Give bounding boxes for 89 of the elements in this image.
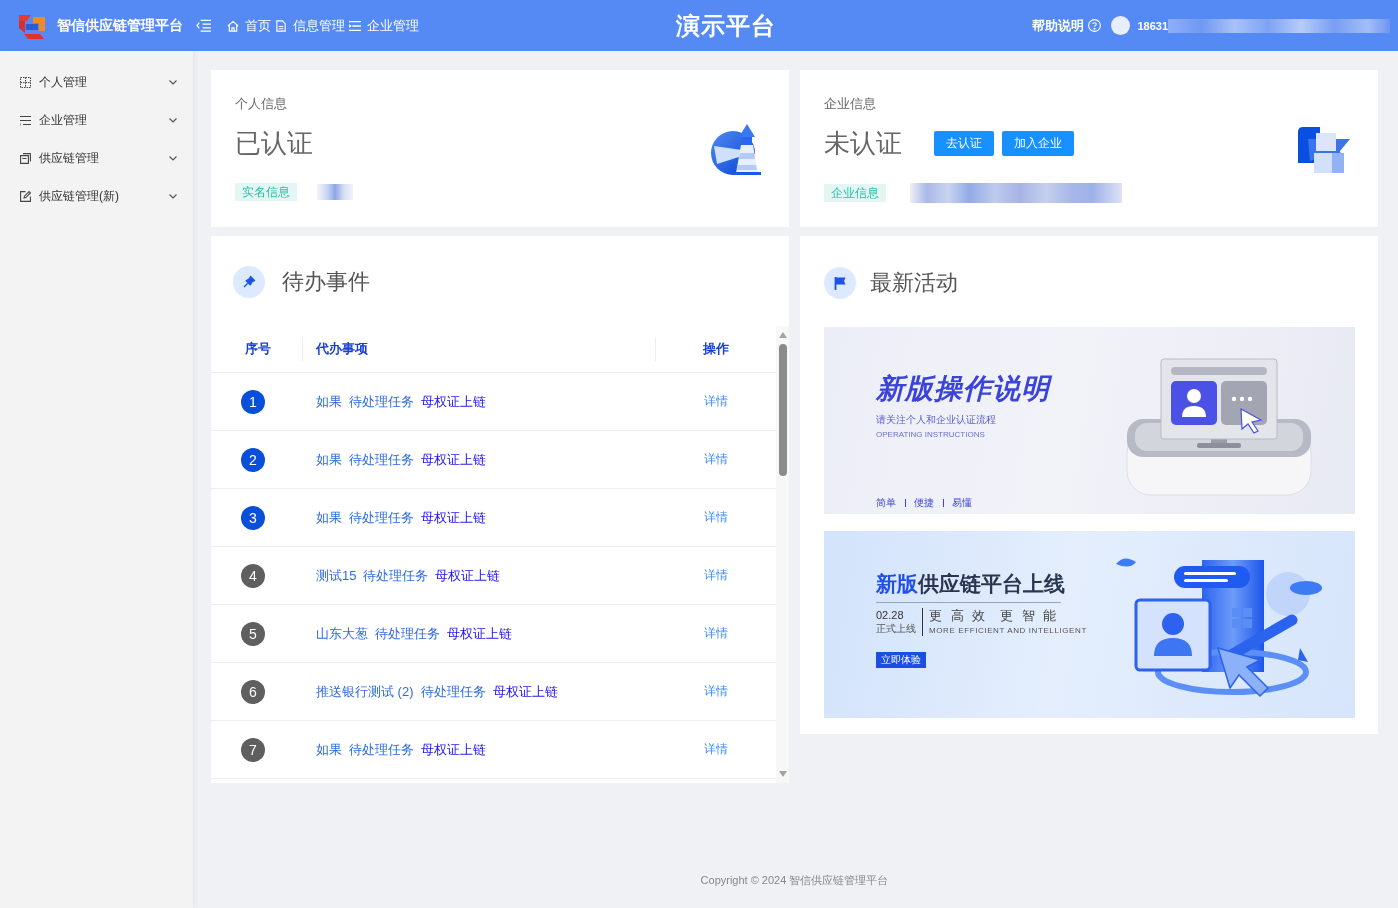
task-link[interactable]: 母权证上链 [421, 508, 486, 527]
banner-title: 新版供应链平台上线 [876, 572, 1065, 596]
task-name: 测试15 [316, 566, 357, 585]
user-account: 18631 [1137, 19, 1168, 32]
row-number: 1 [241, 389, 265, 414]
detail-link[interactable]: 详情 [703, 741, 728, 758]
row-number: 4 [241, 563, 265, 588]
task-link[interactable]: 母权证上链 [492, 682, 558, 701]
menu-item[interactable]: 个人管理 [0, 63, 193, 101]
scrollbar-track[interactable] [776, 326, 789, 783]
task-name: 山东大葱 [316, 624, 368, 643]
info-tag: 实名信息 [235, 183, 297, 201]
detail-link[interactable]: 详情 [703, 625, 728, 642]
column-header: 序号 [244, 340, 272, 358]
try-now-button[interactable]: 立即体验 [876, 652, 926, 668]
breadcrumb-link[interactable]: 首页 [227, 16, 271, 35]
row-number: 6 [241, 679, 265, 704]
task-type: 待处理任务 [349, 392, 414, 411]
banner-caption: MORE EFFICIENT AND INTELLIGENT [929, 626, 1087, 636]
cube-icon [1296, 124, 1350, 173]
row-number: 7 [241, 737, 265, 762]
platform-title: 演示平台 [675, 10, 776, 41]
row-number: 2 [241, 447, 265, 472]
menu-item[interactable]: 企业管理 [0, 101, 193, 139]
list-icon [349, 19, 361, 32]
copyright-text: Copyright © 2024 智信供应链管理平台 [700, 873, 889, 888]
task-link[interactable]: 母权证上链 [421, 740, 486, 759]
info-tag: 企业信息 [824, 184, 886, 202]
promo-banner[interactable]: 新版操作说明 请关注个人和企业认证流程 OPERATING INSTRUCTIONS 简单 便捷 易懂 [824, 327, 1355, 514]
menu-item[interactable]: 供应链管理(新) [0, 177, 193, 215]
task-type: 待处理任务 [349, 740, 414, 759]
task-type: 待处理任务 [363, 566, 429, 585]
blurred-text [317, 184, 353, 200]
task-type: 待处理任务 [420, 682, 486, 701]
task-link[interactable]: 母权证上链 [421, 392, 486, 411]
task-link[interactable]: 母权证上链 [447, 624, 512, 643]
menu-item[interactable]: 供应链管理 [0, 139, 193, 177]
banner-subtitle: 请关注个人和企业认证流程 [876, 414, 996, 426]
scrollbar-thumb[interactable] [778, 344, 787, 476]
task-name: 如果 [316, 508, 342, 527]
section-title: 待办事件 [282, 268, 370, 296]
launch-date: 02.28 [876, 608, 904, 622]
breadcrumb-link[interactable]: 信息管理 [275, 16, 345, 35]
copy-icon [20, 152, 31, 164]
app-name: 智信供应链管理平台 [57, 16, 183, 35]
menu-fold-icon[interactable] [196, 19, 211, 32]
lighthouse-icon [711, 122, 761, 175]
task-name: 如果 [316, 450, 342, 469]
scroll-down-icon[interactable] [778, 771, 787, 777]
grid-icon [20, 76, 31, 88]
help-link[interactable]: 帮助说明 [1032, 16, 1102, 35]
file-icon [275, 19, 287, 32]
task-name: 如果 [316, 392, 342, 411]
detail-link[interactable]: 详情 [703, 451, 728, 468]
task-name: 如果 [316, 740, 342, 759]
card-label: 个人信息 [235, 96, 287, 112]
banner-title: 新版操作说明 [876, 373, 1050, 405]
launch-note: 正式上线 [876, 623, 916, 635]
flag-icon [824, 267, 856, 299]
status-text: 已认证 [235, 127, 313, 160]
detail-link[interactable]: 详情 [703, 567, 728, 584]
section-title: 最新活动 [870, 269, 958, 297]
banner-tag: 简单 [876, 497, 896, 509]
task-type: 待处理任务 [375, 624, 440, 643]
task-name: 推送银行测试 (2) [316, 682, 414, 701]
banner-caption: OPERATING INSTRUCTIONS [876, 430, 985, 440]
row-number: 5 [241, 621, 265, 646]
banner-tag: 易懂 [943, 497, 972, 509]
row-number: 3 [241, 505, 265, 530]
banner-tag: 便捷 [905, 497, 934, 509]
task-type: 待处理任务 [349, 450, 414, 469]
detail-link[interactable]: 详情 [703, 393, 728, 410]
help-icon [1088, 19, 1102, 32]
banner-slogan: 更 高 效 更 智 能 [929, 608, 1059, 624]
card-label: 企业信息 [824, 96, 876, 112]
task-type: 待处理任务 [349, 508, 414, 527]
status-text: 未认证 [824, 127, 902, 160]
edit-icon [20, 190, 31, 202]
breadcrumb-link[interactable]: 企业管理 [349, 16, 419, 35]
task-link[interactable]: 母权证上链 [435, 566, 501, 585]
task-link[interactable]: 母权证上链 [421, 450, 486, 469]
avatar-icon[interactable] [1111, 16, 1131, 35]
scroll-up-icon[interactable] [778, 332, 787, 338]
list-icon [20, 114, 31, 126]
promo-banner[interactable]: 新版供应链平台上线 02.28 正式上线 更 高 效 更 智 能 MORE EFFICIENT AND INTELLIGENT 立即体验 [824, 531, 1355, 718]
home-icon [227, 19, 239, 32]
detail-link[interactable]: 详情 [703, 683, 728, 700]
detail-link[interactable]: 详情 [703, 509, 728, 526]
pin-icon [233, 266, 265, 298]
